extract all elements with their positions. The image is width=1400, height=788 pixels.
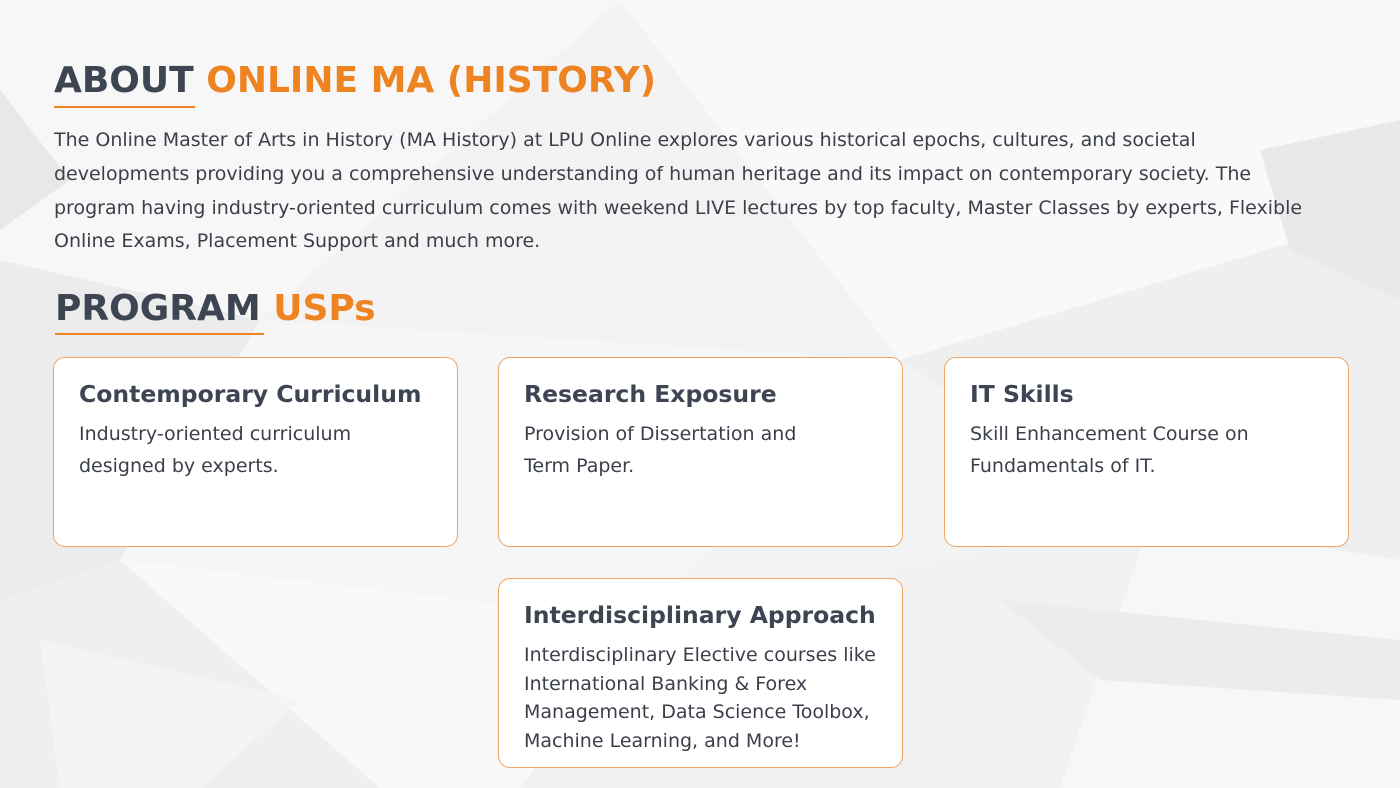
about-description: The Online Master of Arts in History (MA… [54,129,1303,253]
usps-heading: PROGRAM USPs [55,287,376,331]
usp-card-it-skills: IT Skills Skill Enhancement Course on Fu… [944,357,1349,547]
usp-card-description: Skill Enhancement Course on Fundamentals… [970,423,1249,477]
usps-heading-dark: PROGRAM [55,288,261,329]
usps-heading-underline [55,333,264,335]
about-heading-orange: ONLINE MA (HISTORY) [206,60,657,101]
about-heading-dark: ABOUT [54,60,194,101]
usp-card-title: Contemporary Curriculum [79,380,422,408]
usp-card-contemporary-curriculum: Contemporary Curriculum Industry-oriente… [53,357,458,547]
about-heading: ABOUT ONLINE MA (HISTORY) [54,59,656,103]
usp-card-title: Interdisciplinary Approach [524,601,876,629]
usp-card-title: Research Exposure [524,380,777,408]
usps-heading-orange: USPs [273,288,376,329]
usp-card-interdisciplinary-approach: Interdisciplinary Approach Interdiscipli… [498,578,903,768]
usp-card-title: IT Skills [970,380,1074,408]
usp-card-description: Provision of Dissertation and Term Paper… [524,423,797,477]
usp-card-description: Interdisciplinary Elective courses like … [524,644,876,752]
usp-card-description: Industry-oriented curriculum designed by… [79,423,352,477]
usp-card-research-exposure: Research Exposure Provision of Dissertat… [498,357,903,547]
about-heading-underline [54,106,195,108]
